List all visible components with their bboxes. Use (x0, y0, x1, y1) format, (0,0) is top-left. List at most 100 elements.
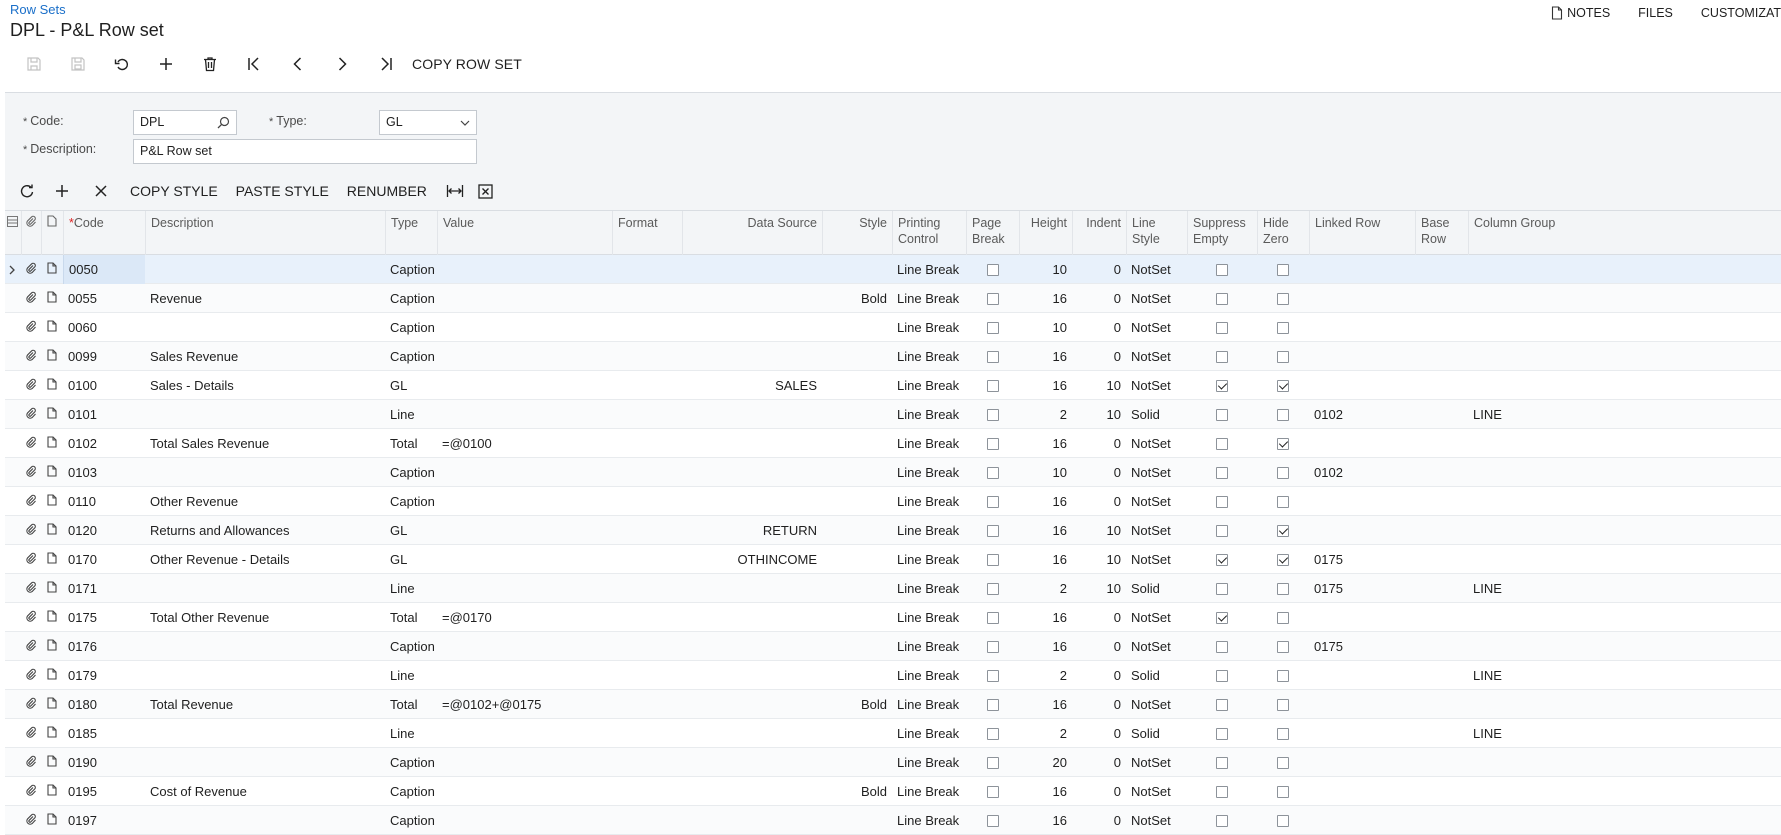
checkbox[interactable] (1216, 698, 1228, 711)
cell-hide-zero[interactable] (1257, 255, 1309, 284)
cell-hide-zero[interactable] (1257, 574, 1309, 603)
column-header-hide-zero[interactable]: Hide Zero (1257, 211, 1309, 255)
cell-indent[interactable]: 0 (1072, 458, 1126, 487)
cell-description[interactable] (145, 313, 385, 342)
copy-style-button[interactable]: COPY STYLE (130, 183, 218, 199)
cell-type[interactable]: Caption (385, 806, 437, 835)
cell-style[interactable] (822, 719, 892, 748)
cell-height[interactable]: 2 (1019, 574, 1072, 603)
cell-line-style[interactable]: Solid (1126, 661, 1187, 690)
checkbox[interactable] (1216, 437, 1228, 450)
cell-line-style[interactable]: NotSet (1126, 371, 1187, 400)
cell-data-source[interactable] (682, 690, 822, 719)
checkbox[interactable] (1277, 727, 1289, 740)
cell-suppress-empty[interactable] (1187, 487, 1257, 516)
paperclip-icon[interactable] (21, 806, 41, 835)
cell-indent[interactable]: 0 (1072, 429, 1126, 458)
checkbox[interactable] (1277, 756, 1289, 769)
checkbox[interactable] (986, 640, 999, 653)
cell-code[interactable]: 0195 (63, 777, 145, 806)
cell-linked-row[interactable] (1309, 603, 1415, 632)
checkbox[interactable] (1277, 292, 1289, 305)
delete-row-button[interactable] (84, 178, 118, 204)
cell-column-group[interactable] (1468, 284, 1668, 313)
cell-column-group[interactable] (1468, 487, 1668, 516)
renumber-button[interactable]: RENUMBER (347, 183, 427, 199)
code-field[interactable]: DPL (133, 110, 237, 135)
cell-column-group[interactable] (1468, 458, 1668, 487)
cell-value[interactable] (437, 313, 612, 342)
checkbox[interactable] (1277, 611, 1289, 624)
cell-data-source[interactable] (682, 313, 822, 342)
cell-indent[interactable]: 0 (1072, 632, 1126, 661)
cell-line-style[interactable]: NotSet (1126, 632, 1187, 661)
cell-printing-control[interactable]: Line Break (892, 313, 966, 342)
note-icon[interactable] (41, 371, 63, 400)
cell-description[interactable]: Sales Revenue (145, 342, 385, 371)
cell-description[interactable]: Other Revenue - Details (145, 545, 385, 574)
add-button[interactable] (144, 52, 188, 76)
checkbox[interactable] (986, 611, 999, 624)
checkbox[interactable] (1216, 350, 1228, 363)
save-button[interactable] (56, 52, 100, 76)
cell-height[interactable]: 2 (1019, 661, 1072, 690)
cell-column-group[interactable] (1468, 313, 1668, 342)
cell-line-style[interactable]: NotSet (1126, 255, 1187, 284)
cell-hide-zero[interactable] (1257, 400, 1309, 429)
search-icon[interactable] (217, 116, 230, 129)
column-header-base-row[interactable]: Base Row (1415, 211, 1468, 255)
cell-style[interactable]: Bold (822, 690, 892, 719)
cell-style[interactable] (822, 574, 892, 603)
cell-page-break[interactable] (966, 806, 1019, 835)
checkbox[interactable] (1216, 408, 1228, 421)
note-icon[interactable] (41, 284, 63, 313)
cell-indent[interactable]: 0 (1072, 806, 1126, 835)
cell-indent[interactable]: 0 (1072, 255, 1126, 284)
column-header-description[interactable]: Description (145, 211, 385, 255)
cell-code[interactable]: 0197 (63, 806, 145, 835)
checkbox[interactable] (986, 437, 999, 450)
checkbox[interactable] (1216, 379, 1228, 392)
table-row[interactable]: 0100 Sales - Details GL SALES Line Break 16 10… (5, 371, 1781, 400)
cell-page-break[interactable] (966, 342, 1019, 371)
cell-code[interactable]: 0185 (63, 719, 145, 748)
checkbox[interactable] (1216, 495, 1228, 508)
refresh-button[interactable] (14, 178, 40, 204)
checkbox[interactable] (1277, 263, 1289, 276)
cell-hide-zero[interactable] (1257, 748, 1309, 777)
cell-line-style[interactable]: NotSet (1126, 516, 1187, 545)
checkbox[interactable] (1216, 582, 1228, 595)
cell-data-source[interactable] (682, 400, 822, 429)
checkbox[interactable] (986, 408, 999, 421)
cell-type[interactable]: GL (385, 545, 437, 574)
paperclip-icon[interactable] (21, 458, 41, 487)
cell-type[interactable]: Line (385, 719, 437, 748)
cell-description[interactable]: Returns and Allowances (145, 516, 385, 545)
cell-hide-zero[interactable] (1257, 545, 1309, 574)
cell-type[interactable]: GL (385, 371, 437, 400)
cell-line-style[interactable]: NotSet (1126, 748, 1187, 777)
cell-type[interactable]: Line (385, 661, 437, 690)
table-row[interactable]: 0055 Revenue Caption Bold Line Break 16 0 NotSe… (5, 284, 1781, 313)
table-row[interactable]: 0171 Line Line Break 2 10 Solid 0175 LINE (5, 574, 1781, 603)
table-row[interactable]: 0176 Caption Line Break 16 0 NotSet 0175 (5, 632, 1781, 661)
cell-page-break[interactable] (966, 313, 1019, 342)
checkbox[interactable] (1216, 640, 1228, 653)
checkbox[interactable] (1277, 495, 1289, 508)
checkbox[interactable] (986, 785, 999, 798)
cell-code[interactable]: 0180 (63, 690, 145, 719)
cell-description[interactable]: Other Revenue (145, 487, 385, 516)
cell-suppress-empty[interactable] (1187, 806, 1257, 835)
note-icon[interactable] (41, 429, 63, 458)
checkbox[interactable] (1277, 640, 1289, 653)
cell-linked-row[interactable] (1309, 342, 1415, 371)
cell-style[interactable] (822, 603, 892, 632)
cell-page-break[interactable] (966, 458, 1019, 487)
cell-printing-control[interactable]: Line Break (892, 429, 966, 458)
note-icon[interactable] (41, 748, 63, 777)
table-row[interactable]: 0120 Returns and Allowances GL RETURN Line B… (5, 516, 1781, 545)
cell-page-break[interactable] (966, 487, 1019, 516)
note-icon[interactable] (41, 545, 63, 574)
checkbox[interactable] (986, 669, 999, 682)
cell-suppress-empty[interactable] (1187, 516, 1257, 545)
